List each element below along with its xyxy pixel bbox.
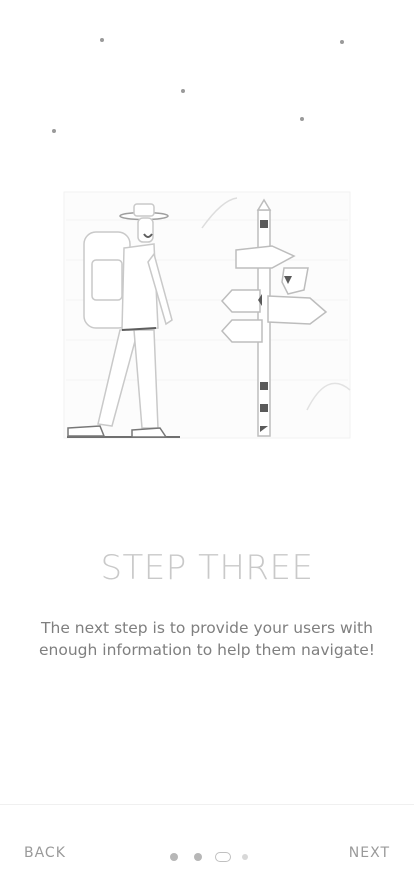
page-dot-active[interactable]	[215, 852, 231, 862]
page-dot[interactable]	[170, 853, 178, 861]
page-title: STEP THREE	[100, 548, 314, 588]
star-decoration	[52, 129, 56, 133]
back-button[interactable]: BACK	[24, 845, 66, 861]
star-decoration	[181, 89, 185, 93]
star-decoration	[300, 117, 304, 121]
star-decoration	[100, 38, 104, 42]
description-line: enough information to help them navigate…	[39, 641, 375, 659]
next-button[interactable]: NEXT	[349, 845, 390, 861]
pagination-dots	[167, 851, 257, 863]
hiker-signpost-illustration	[62, 190, 352, 442]
description-line: The next step is to provide your users w…	[41, 619, 373, 637]
star-decoration	[340, 40, 344, 44]
footer-divider	[0, 804, 414, 805]
page-dot[interactable]	[194, 853, 202, 861]
step-description: The next step is to provide your users w…	[25, 617, 389, 661]
page-dot[interactable]	[242, 854, 248, 860]
